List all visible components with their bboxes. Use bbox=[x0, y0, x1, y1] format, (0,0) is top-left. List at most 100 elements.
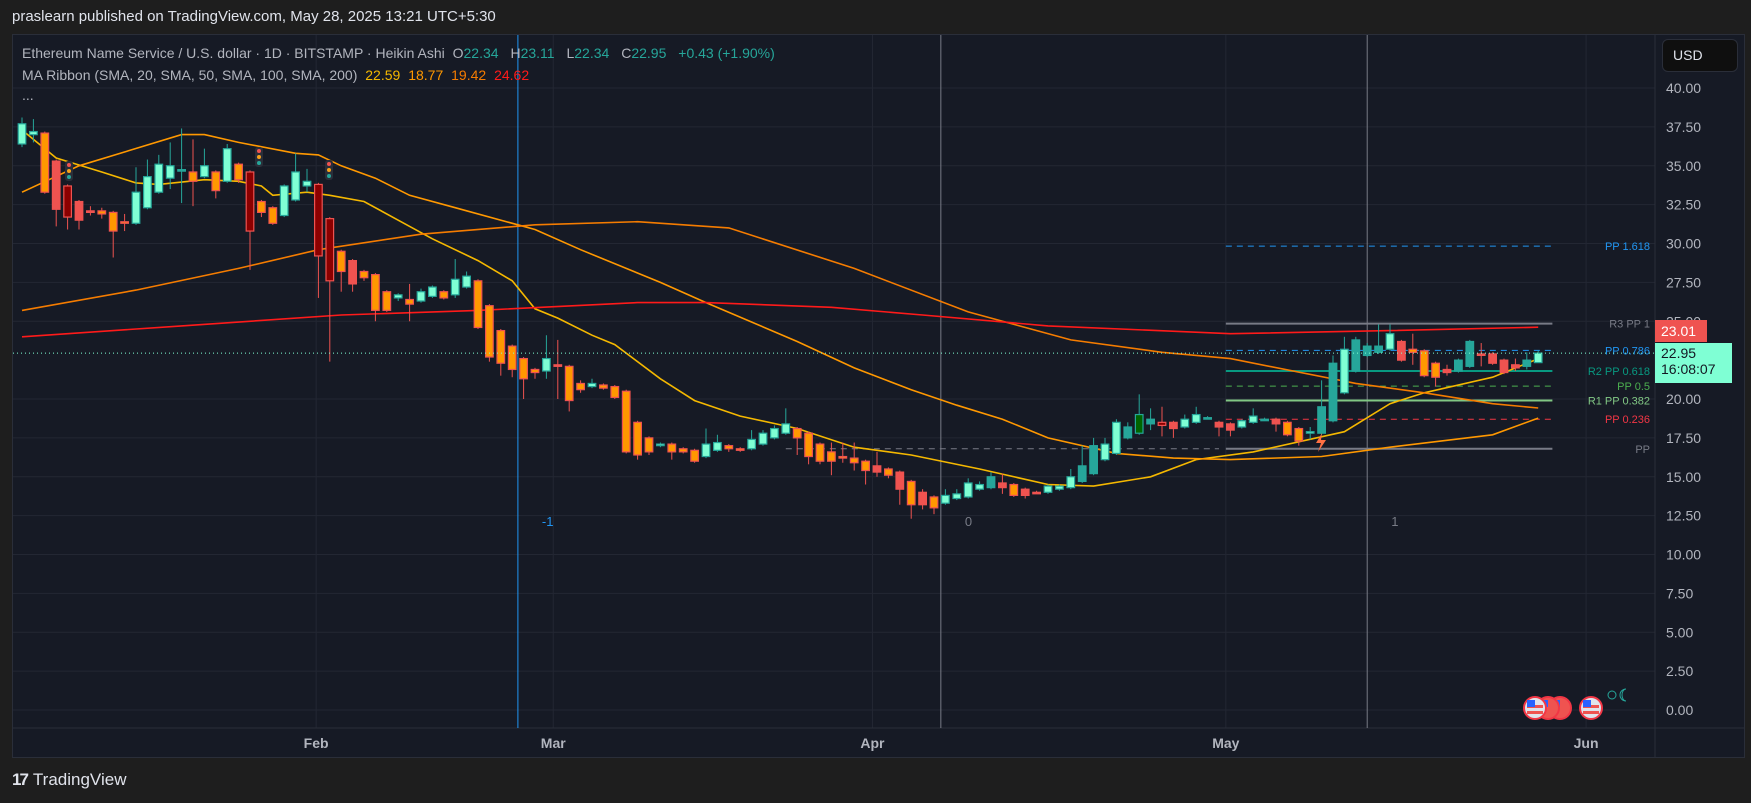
candle bbox=[405, 283, 414, 322]
candle bbox=[1225, 422, 1235, 437]
pivot-label: R1 PP 0.382 bbox=[1588, 396, 1650, 408]
footer-brand[interactable]: 17 TradingView bbox=[12, 770, 126, 790]
time-tick-label: May bbox=[1212, 735, 1239, 751]
candle-body bbox=[1499, 359, 1509, 374]
candle-body bbox=[120, 221, 130, 224]
candle bbox=[1009, 482, 1019, 497]
candle-body bbox=[17, 123, 27, 145]
candle-body bbox=[1465, 340, 1475, 367]
last-price-tag: 22.95 16:08:07 bbox=[1655, 343, 1732, 383]
candle-body bbox=[222, 148, 232, 182]
candle bbox=[279, 184, 289, 218]
ma-ribbon-label: MA Ribbon (SMA, 20, SMA, 50, SMA, 100, S… bbox=[22, 67, 358, 83]
candle bbox=[29, 119, 38, 143]
candle-body bbox=[1271, 418, 1281, 425]
candle-body bbox=[735, 448, 745, 451]
candle bbox=[1032, 490, 1042, 495]
candle-body bbox=[906, 480, 916, 506]
candle bbox=[1157, 406, 1167, 437]
candle bbox=[598, 383, 608, 390]
symbol-legend[interactable]: Ethereum Name Service / U.S. dollar · 1D… bbox=[22, 45, 779, 61]
candle-body bbox=[781, 423, 791, 434]
price-tick-label: 17.50 bbox=[1666, 430, 1701, 446]
candle bbox=[1488, 352, 1498, 365]
traffic-light-icon bbox=[255, 147, 263, 167]
candle-body bbox=[154, 163, 164, 193]
candle-body bbox=[1191, 413, 1201, 423]
candle bbox=[1499, 358, 1509, 375]
candle bbox=[724, 444, 734, 452]
candle bbox=[1111, 419, 1121, 455]
candle bbox=[211, 170, 221, 199]
ma-line-sma100 bbox=[21, 220, 1539, 409]
candle-body bbox=[1362, 345, 1372, 357]
us-flag-icon bbox=[1523, 696, 1547, 720]
candle-body bbox=[325, 218, 335, 282]
candle-body bbox=[85, 210, 95, 214]
time-axis: Feb Mar Apr May Jun bbox=[304, 735, 1599, 751]
candle-body bbox=[257, 200, 266, 213]
candle-body bbox=[701, 443, 711, 458]
candle bbox=[1146, 408, 1156, 431]
candle-body bbox=[1225, 423, 1235, 431]
candle bbox=[644, 436, 654, 455]
candle bbox=[188, 139, 198, 207]
candle-body bbox=[541, 357, 551, 372]
candle-body bbox=[1054, 485, 1064, 490]
candle bbox=[940, 489, 950, 505]
candle-body bbox=[678, 448, 688, 453]
candle-body bbox=[1533, 352, 1543, 364]
candle bbox=[1453, 358, 1463, 373]
candle-body bbox=[1123, 426, 1133, 439]
candle-body bbox=[188, 171, 198, 182]
candle-body bbox=[131, 191, 141, 224]
candle-body bbox=[371, 274, 380, 311]
time-tick-label: Apr bbox=[860, 735, 885, 751]
candle bbox=[1442, 364, 1452, 376]
price-tag-red: 23.01 bbox=[1655, 320, 1707, 342]
candle-body bbox=[975, 483, 984, 490]
candle-body bbox=[165, 165, 175, 179]
candle-body bbox=[644, 437, 654, 453]
candle bbox=[906, 479, 916, 519]
price-tick-label: 20.00 bbox=[1666, 391, 1701, 407]
candle bbox=[268, 206, 278, 225]
candle bbox=[120, 213, 130, 232]
candle-body bbox=[97, 210, 107, 215]
candle bbox=[1100, 437, 1110, 462]
more-indicators-button[interactable]: ... bbox=[22, 87, 34, 103]
candle bbox=[1351, 336, 1361, 373]
ma50-value: 18.77 bbox=[408, 67, 444, 83]
time-tick-label: Feb bbox=[304, 735, 329, 751]
candle-body bbox=[1282, 421, 1292, 436]
candle bbox=[257, 199, 266, 218]
candle-body bbox=[1020, 488, 1030, 497]
currency-button[interactable]: USD bbox=[1662, 39, 1738, 72]
candle-body bbox=[405, 298, 414, 305]
candle bbox=[336, 249, 346, 292]
candle-body bbox=[519, 357, 528, 380]
candle bbox=[108, 210, 118, 258]
candle bbox=[165, 142, 175, 190]
pivot-label: PP 0.5 bbox=[1617, 381, 1650, 393]
candle-body bbox=[234, 163, 244, 181]
candle bbox=[1134, 394, 1144, 435]
candle bbox=[439, 290, 449, 300]
candle-body bbox=[872, 465, 882, 473]
candle-body bbox=[815, 443, 825, 462]
ohlc-high: H23.11 bbox=[510, 45, 555, 61]
cycle-label: 1 bbox=[1391, 514, 1398, 529]
symbol-title: Ethereum Name Service / U.S. dollar · 1D… bbox=[22, 45, 445, 61]
candle-body bbox=[1510, 364, 1520, 369]
chart-canvas[interactable]: 40.0037.5035.0032.5030.0027.5025.0020.00… bbox=[0, 0, 1751, 803]
candle-body bbox=[29, 130, 38, 136]
candle-body bbox=[1089, 445, 1099, 475]
candle-body bbox=[1408, 348, 1418, 353]
ma-ribbon-legend[interactable]: MA Ribbon (SMA, 20, SMA, 50, SMA, 100, S… bbox=[22, 67, 533, 83]
candle bbox=[1043, 484, 1053, 494]
price-tick-label: 12.50 bbox=[1666, 508, 1701, 524]
candle bbox=[462, 271, 471, 289]
price-tick-label: 27.50 bbox=[1666, 274, 1701, 290]
pivot-label: PP 1.618 bbox=[1605, 241, 1650, 253]
candle-body bbox=[1043, 485, 1053, 493]
